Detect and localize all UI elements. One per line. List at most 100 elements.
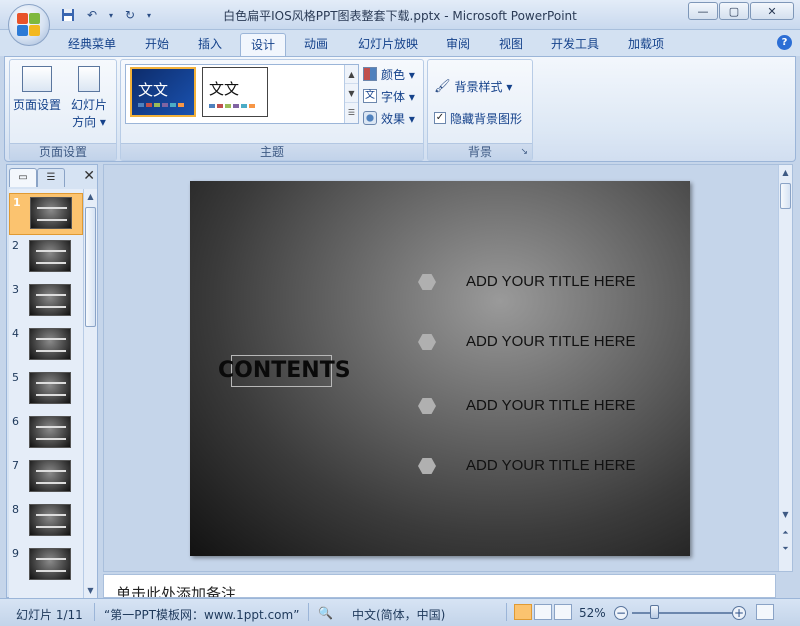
- theme-gallery: 文文 文文 ▲ ▼ ☰: [125, 64, 359, 124]
- close-button[interactable]: ✕: [750, 2, 794, 20]
- theme-gallery-scroll: ▲ ▼ ☰: [344, 65, 358, 123]
- slide-thumbnail-2[interactable]: 2: [9, 237, 83, 279]
- scroll-thumb[interactable]: [780, 183, 791, 209]
- tab-animations[interactable]: 动画: [294, 33, 338, 56]
- ribbon: 页面设置 幻灯片 方向 ▾ 页面设置 文文 文文 ▲ ▼ ☰ 颜色 ▾ 文 字体…: [4, 56, 796, 162]
- content-item-4[interactable]: ADD YOUR TITLE HERE: [418, 457, 678, 477]
- dialog-launcher-icon[interactable]: ↘: [520, 147, 528, 157]
- slide-canvas[interactable]: CONTENTS ADD YOUR TITLE HERE ADD YOUR TI…: [190, 181, 690, 556]
- theme-colors-button[interactable]: 颜色 ▾: [363, 64, 415, 84]
- theme-name[interactable]: “第一PPT模板网：www.1ppt.com”: [104, 606, 299, 623]
- scroll-thumb[interactable]: [85, 207, 96, 327]
- hexagon-bullet-icon: [418, 274, 436, 290]
- slide-list-scrollbar[interactable]: ▲ ▼: [83, 189, 97, 599]
- slide-area-scrollbar[interactable]: ▲ ▼ ⏶ ⏷: [778, 165, 792, 571]
- tab-add-ins[interactable]: 加载项: [618, 33, 674, 56]
- tab-review[interactable]: 审阅: [436, 33, 480, 56]
- effects-label: 效果 ▾: [381, 111, 415, 126]
- tab-classic-menu[interactable]: 经典菜单: [58, 33, 126, 56]
- slide-thumbnail-5[interactable]: 5: [9, 369, 83, 411]
- slide-thumbnail-4[interactable]: 4: [9, 325, 83, 367]
- slide-heading[interactable]: CONTENTS: [218, 358, 351, 383]
- zoom-slider[interactable]: [632, 612, 732, 614]
- slide-number: 5: [12, 371, 19, 384]
- scroll-up-icon[interactable]: ▲: [779, 165, 792, 181]
- scroll-down-icon[interactable]: ▼: [84, 583, 97, 599]
- slide-thumbnail-image: [29, 372, 71, 404]
- spell-check-icon[interactable]: 🔍: [318, 606, 333, 620]
- notes-placeholder[interactable]: 单击此处添加备注: [116, 583, 236, 597]
- slide-thumbnail-image: [29, 328, 71, 360]
- gallery-down-icon[interactable]: ▼: [345, 84, 358, 103]
- tab-developer[interactable]: 开发工具: [541, 33, 609, 56]
- slides-tab[interactable]: ▭: [9, 168, 37, 187]
- slide-number: 6: [12, 415, 19, 428]
- ribbon-tabs: 经典菜单 开始 插入 设计 动画 幻灯片放映 审阅 视图 开发工具 加载项 ?: [0, 30, 800, 56]
- paint-bucket-icon: 🖌: [434, 78, 451, 94]
- slide-thumbnail-9[interactable]: 9: [9, 545, 83, 587]
- hide-background-graphics-label: 隐藏背景图形: [450, 111, 523, 126]
- slide-orientation-button[interactable]: 幻灯片 方向 ▾: [66, 66, 112, 130]
- notes-pane[interactable]: 单击此处添加备注: [103, 574, 776, 598]
- scroll-up-icon[interactable]: ▲: [84, 189, 97, 205]
- slide-thumbnail-3[interactable]: 3: [9, 281, 83, 323]
- zoom-out-icon[interactable]: −: [614, 606, 628, 620]
- tab-view[interactable]: 视图: [489, 33, 533, 56]
- content-item-text: ADD YOUR TITLE HERE: [466, 457, 636, 474]
- slide-thumbnail-image: [29, 284, 71, 316]
- gallery-more-icon[interactable]: ☰: [345, 103, 358, 122]
- scroll-down-icon[interactable]: ▼: [779, 507, 792, 523]
- content-item-3[interactable]: ADD YOUR TITLE HERE: [418, 397, 678, 417]
- slide-sorter-view-button[interactable]: [534, 604, 552, 620]
- next-slide-icon[interactable]: ⏷: [779, 541, 792, 557]
- theme-light-text: 文文: [209, 80, 240, 98]
- slide-orientation-icon: [78, 66, 100, 92]
- zoom-in-icon[interactable]: +: [732, 606, 746, 620]
- slide-thumbnail-image: [29, 460, 71, 492]
- slide-number: 3: [12, 283, 19, 296]
- background-styles-label: 背景样式 ▾: [454, 79, 513, 94]
- hexagon-bullet-icon: [418, 458, 436, 474]
- language[interactable]: 中文(简体，中国): [352, 606, 445, 623]
- colors-icon: [363, 67, 377, 81]
- slide-thumbnail-image: [29, 416, 71, 448]
- maximize-button[interactable]: ▢: [719, 2, 749, 20]
- outline-tab[interactable]: ☰: [37, 168, 65, 187]
- slide-thumbnail-1[interactable]: 1: [9, 193, 83, 235]
- hide-background-graphics-checkbox[interactable]: ✓ 隐藏背景图形: [434, 108, 522, 128]
- background-styles-button[interactable]: 🖌 背景样式 ▾: [434, 76, 512, 96]
- tab-slide-show[interactable]: 幻灯片放映: [348, 33, 428, 56]
- tab-home[interactable]: 开始: [135, 33, 179, 56]
- theme-light-thumb[interactable]: 文文: [202, 67, 268, 117]
- tab-insert[interactable]: 插入: [188, 33, 232, 56]
- theme-effects-button[interactable]: 效果 ▾: [363, 108, 415, 128]
- office-button[interactable]: [8, 4, 50, 46]
- slides-panel: ▭ ☰ ✕ 1 2 3 4 5 6 7 8 9 ▲ ▼: [6, 164, 99, 599]
- close-panel-icon[interactable]: ✕: [83, 168, 95, 184]
- slide-thumbnail-6[interactable]: 6: [9, 413, 83, 455]
- effects-icon: [363, 111, 377, 125]
- panel-tabs: ▭ ☰ ✕: [7, 165, 99, 187]
- office-logo-icon: [17, 13, 41, 37]
- zoom-level[interactable]: 52%: [579, 606, 606, 620]
- window-title: 白色扁平IOS风格PPT图表整套下载.pptx - Microsoft Powe…: [223, 9, 577, 23]
- slide-thumbnail-7[interactable]: 7: [9, 457, 83, 499]
- theme-fonts-button[interactable]: 文 字体 ▾: [363, 86, 415, 106]
- help-icon[interactable]: ?: [777, 35, 792, 50]
- gallery-up-icon[interactable]: ▲: [345, 65, 358, 84]
- previous-slide-icon[interactable]: ⏶: [779, 525, 792, 541]
- content-item-1[interactable]: ADD YOUR TITLE HERE: [418, 273, 678, 293]
- content-item-2[interactable]: ADD YOUR TITLE HERE: [418, 333, 678, 353]
- normal-view-button[interactable]: [514, 604, 532, 620]
- slide-show-view-button[interactable]: [554, 604, 572, 620]
- page-setup-button[interactable]: 页面设置: [12, 66, 62, 113]
- title-bar: ↶ ▾ ↻ ▾ 白色扁平IOS风格PPT图表整套下载.pptx - Micros…: [0, 0, 800, 46]
- minimize-button[interactable]: —: [688, 2, 718, 20]
- zoom-slider-knob[interactable]: [650, 605, 659, 619]
- tab-design[interactable]: 设计: [240, 33, 287, 56]
- fit-to-window-icon[interactable]: [756, 604, 774, 620]
- slide-editing-area: CONTENTS ADD YOUR TITLE HERE ADD YOUR TI…: [103, 164, 793, 572]
- theme-dark-thumb[interactable]: 文文: [130, 67, 196, 117]
- window-controls: — ▢ ✕: [688, 2, 794, 20]
- slide-thumbnail-8[interactable]: 8: [9, 501, 83, 543]
